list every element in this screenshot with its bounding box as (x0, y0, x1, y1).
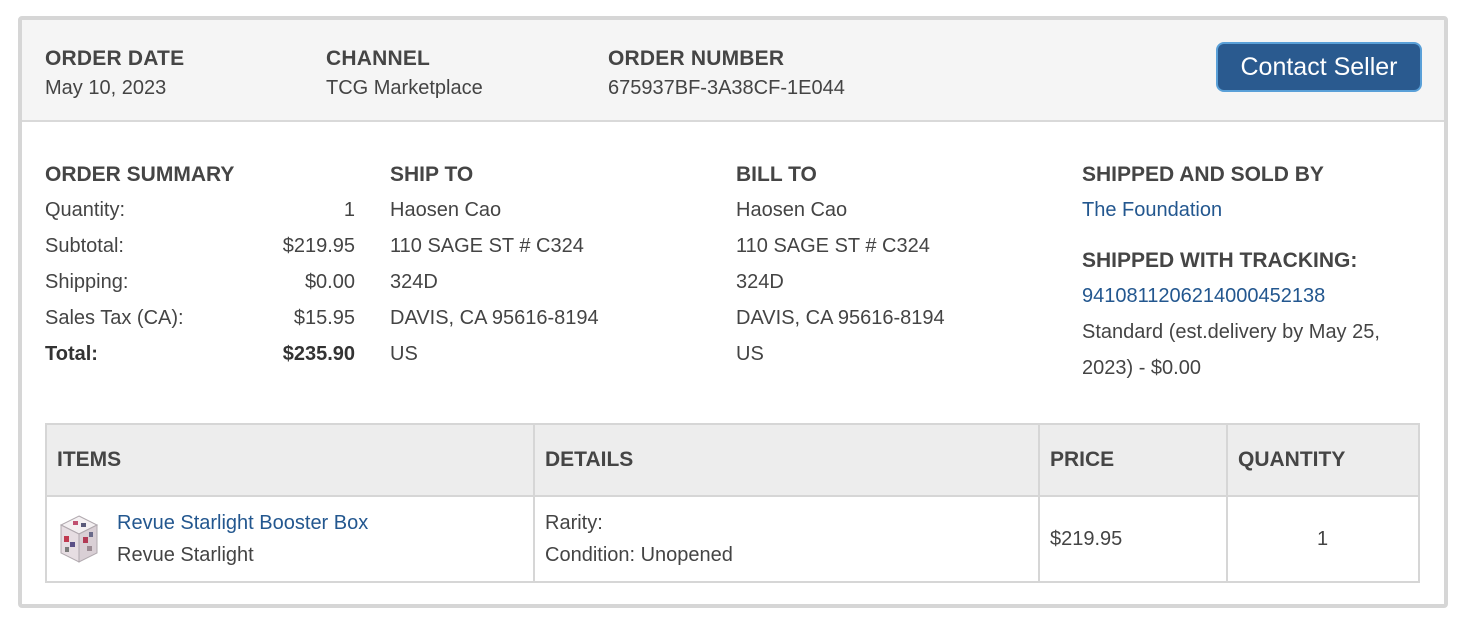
ship-to-block: SHIP TO Haosen Cao 110 SAGE ST # C324 32… (390, 158, 599, 372)
seller-name-link[interactable]: The Foundation (1082, 192, 1427, 228)
item-rarity: Rarity: (545, 512, 603, 534)
bill-to-country: US (736, 343, 764, 365)
item-name-link[interactable]: Revue Starlight Booster Box (117, 512, 368, 534)
bill-to-unit: 324D (736, 271, 784, 293)
contact-seller-button[interactable]: Contact Seller (1216, 42, 1422, 92)
item-set-name: Revue Starlight (117, 544, 254, 566)
column-header-items: ITEMS (45, 423, 535, 497)
order-summary-title: ORDER SUMMARY (45, 163, 235, 186)
items-table-header: ITEMS DETAILS PRICE QUANTITY (45, 423, 1420, 497)
order-number-value: 675937BF-3A38CF-1E044 (608, 77, 845, 99)
order-card: ORDER DATE May 10, 2023 CHANNEL TCG Mark… (18, 16, 1448, 608)
column-header-price: PRICE (1038, 423, 1228, 497)
seller-block: SHIPPED AND SOLD BY The Foundation SHIPP… (1082, 158, 1427, 386)
item-cell: Revue Starlight Booster Box Revue Starli… (45, 495, 535, 583)
ship-to-country: US (390, 343, 418, 365)
ship-to-name: Haosen Cao (390, 199, 502, 221)
summary-row-quantity: Quantity: 1 (45, 192, 355, 228)
tracking-title: SHIPPED WITH TRACKING: (1082, 249, 1358, 272)
order-summary: ORDER SUMMARY Quantity: 1 Subtotal: $219… (45, 158, 355, 372)
summary-label: Quantity: (45, 199, 126, 221)
bill-to-title: BILL TO (736, 163, 817, 186)
item-condition: Condition: Unopened (545, 544, 733, 566)
ship-to-unit: 324D (390, 271, 438, 293)
order-date-value: May 10, 2023 (45, 77, 167, 99)
summary-label: Subtotal: (45, 235, 124, 257)
items-table: ITEMS DETAILS PRICE QUANTITY Revue Starl… (45, 423, 1420, 583)
column-header-quantity: QUANTITY (1226, 423, 1420, 497)
column-header-details: DETAILS (533, 423, 1040, 497)
summary-value: 1 (343, 199, 355, 221)
channel-label: CHANNEL (326, 47, 431, 70)
summary-row-sales-tax: Sales Tax (CA): $15.95 (45, 300, 355, 336)
bill-to-name: Haosen Cao (736, 199, 848, 221)
seller-title: SHIPPED AND SOLD BY (1082, 163, 1324, 186)
order-date-block: ORDER DATE May 10, 2023 (45, 47, 184, 100)
bill-to-street: 110 SAGE ST # C324 (736, 235, 930, 257)
summary-row-subtotal: Subtotal: $219.95 (45, 228, 355, 264)
order-number-label: ORDER NUMBER (608, 47, 785, 70)
summary-value: $15.95 (293, 307, 355, 329)
bill-to-city: DAVIS, CA 95616-8194 (736, 307, 945, 329)
summary-row-total: Total: $235.90 (45, 336, 355, 372)
shipping-method: Standard (est.delivery by May 25, 2023) … (1082, 321, 1380, 379)
table-row: Revue Starlight Booster Box Revue Starli… (45, 495, 1420, 583)
item-price: $219.95 (1038, 495, 1228, 583)
booster-box-thumbnail-icon (59, 515, 99, 563)
item-quantity: 1 (1226, 495, 1420, 583)
details-cell: Rarity: Condition: Unopened (533, 495, 1040, 583)
order-header: ORDER DATE May 10, 2023 CHANNEL TCG Mark… (22, 20, 1444, 122)
channel-value: TCG Marketplace (326, 77, 483, 99)
summary-label: Sales Tax (CA): (45, 307, 184, 329)
order-date-label: ORDER DATE (45, 47, 185, 70)
summary-label: Shipping: (45, 271, 129, 293)
summary-row-shipping: Shipping: $0.00 (45, 264, 355, 300)
channel-block: CHANNEL TCG Marketplace (326, 47, 483, 100)
ship-to-title: SHIP TO (390, 163, 474, 186)
summary-value: $235.90 (282, 343, 355, 365)
summary-value: $219.95 (282, 235, 355, 257)
ship-to-street: 110 SAGE ST # C324 (390, 235, 584, 257)
summary-label: Total: (45, 343, 98, 365)
tracking-number-link[interactable]: 9410811206214000452138 (1082, 278, 1427, 314)
summary-value: $0.00 (304, 271, 355, 293)
bill-to-block: BILL TO Haosen Cao 110 SAGE ST # C324 32… (736, 158, 945, 372)
order-number-block: ORDER NUMBER 675937BF-3A38CF-1E044 (608, 47, 845, 100)
ship-to-city: DAVIS, CA 95616-8194 (390, 307, 599, 329)
